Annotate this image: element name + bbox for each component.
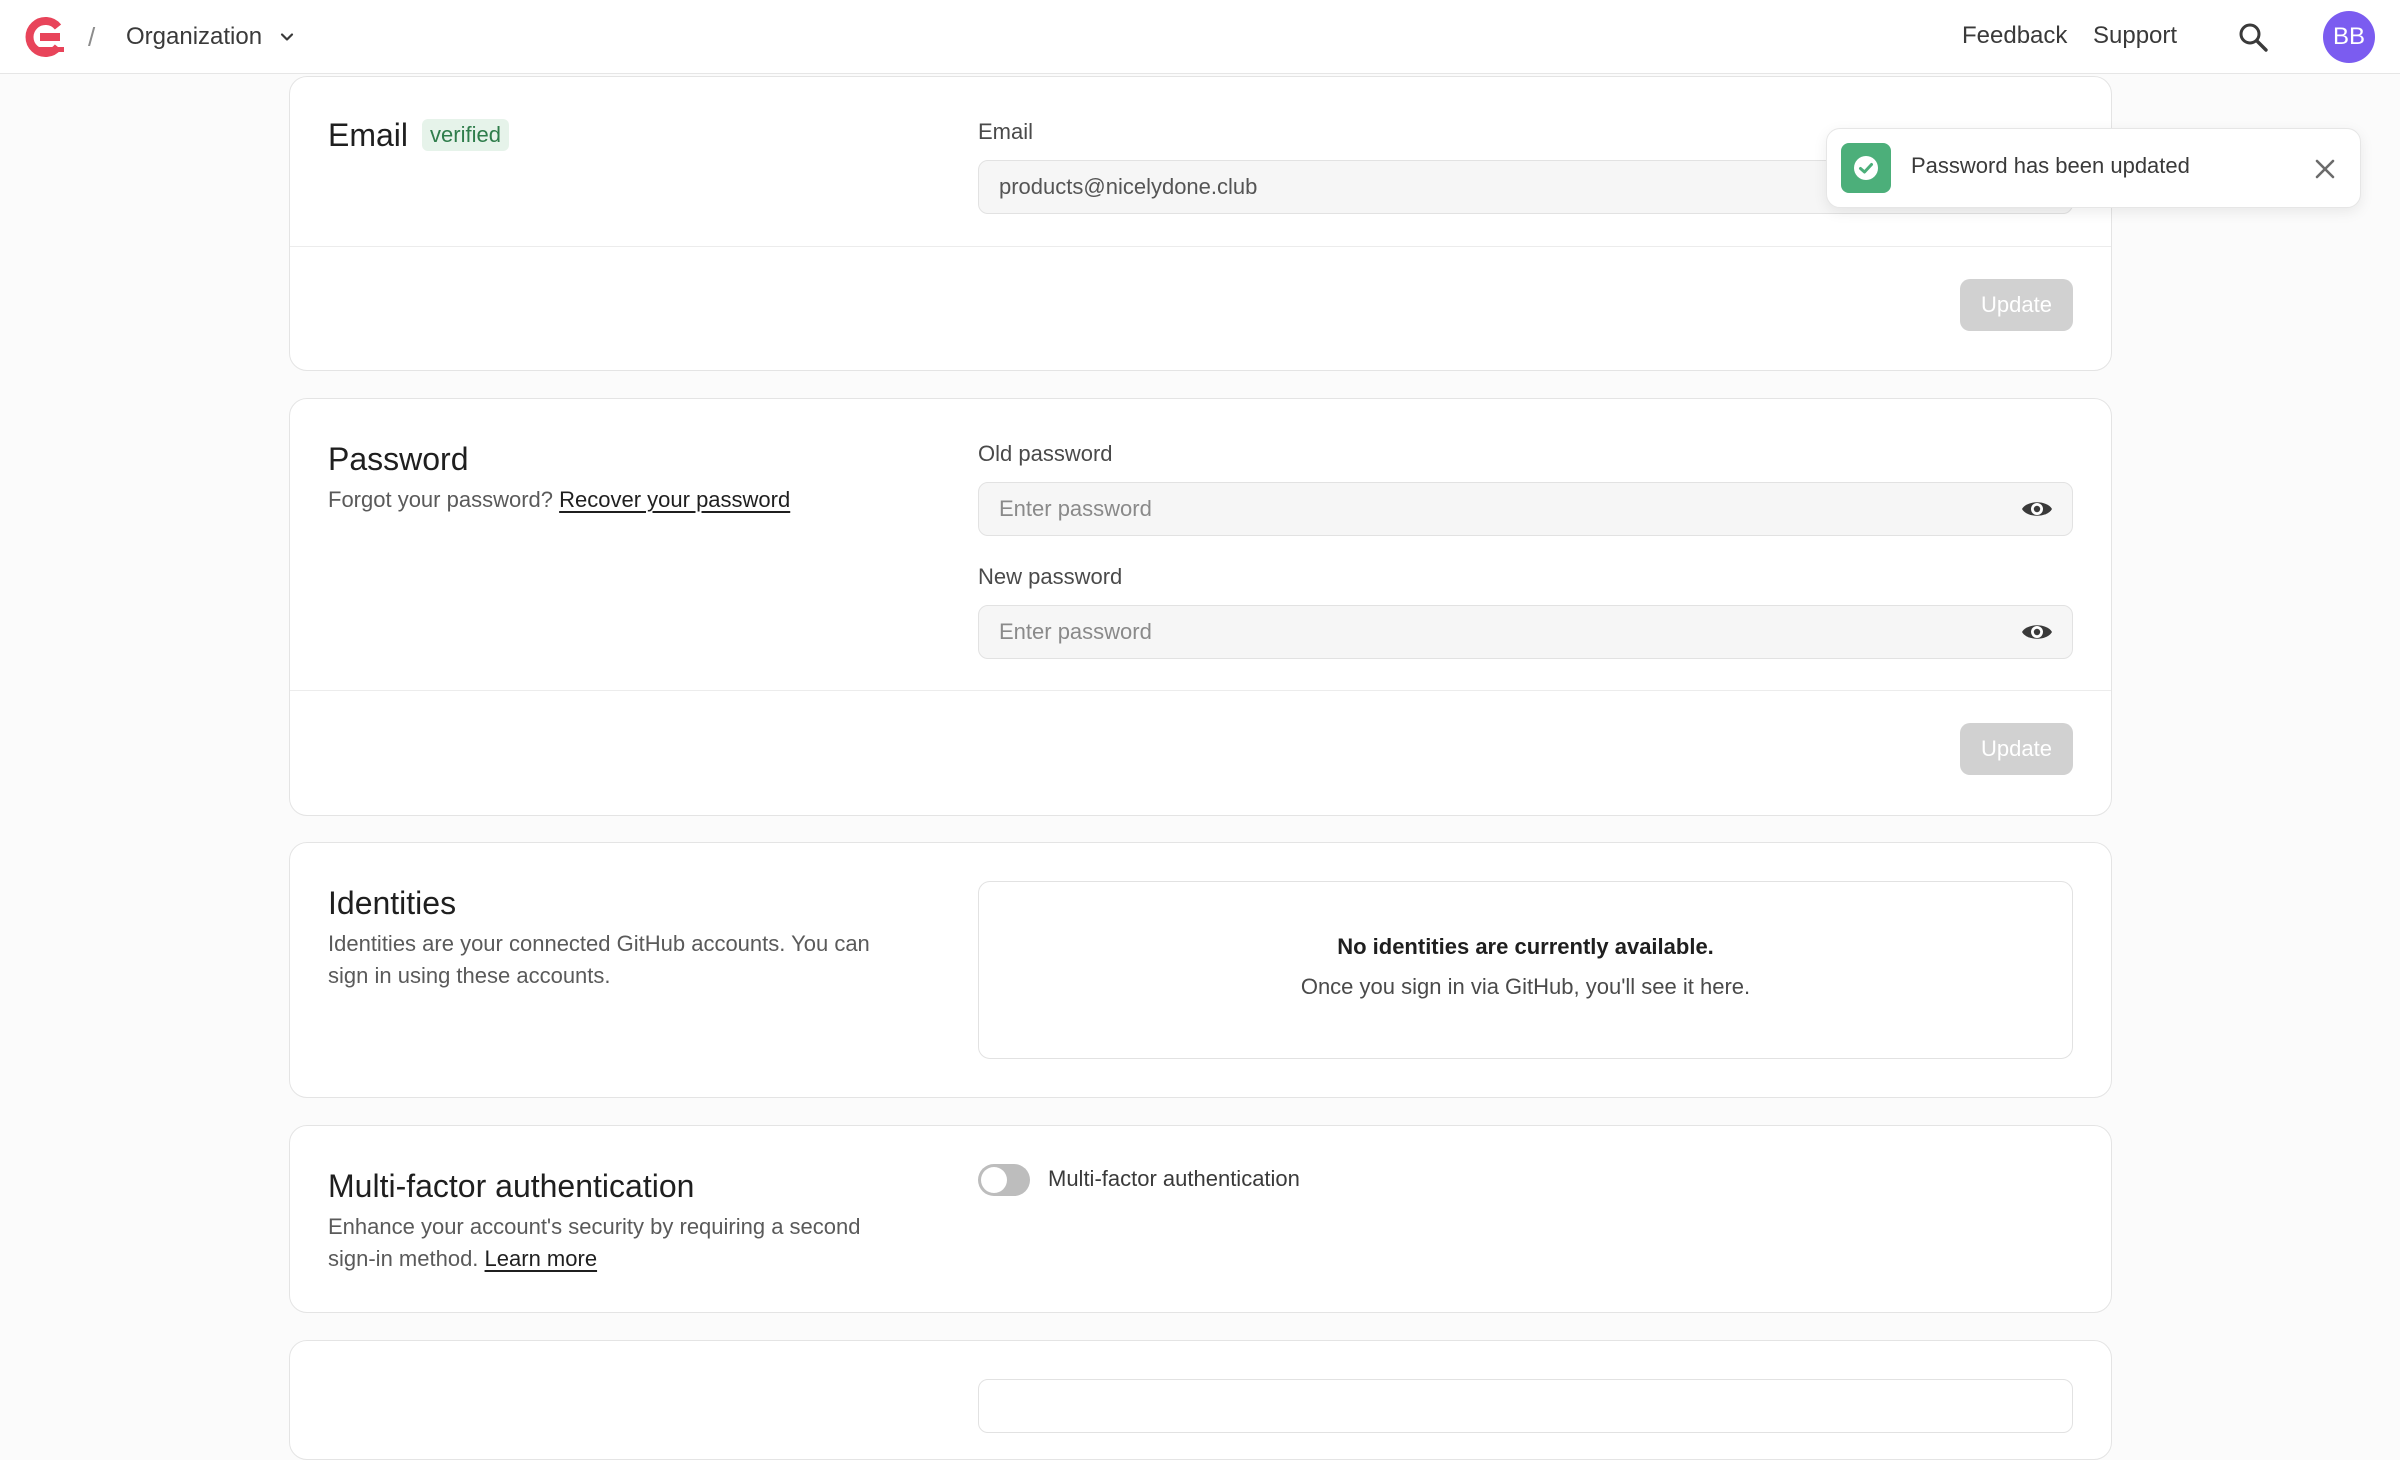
password-section-title: Password <box>328 441 469 477</box>
show-password-icon[interactable] <box>2020 492 2054 526</box>
feedback-link[interactable]: Feedback <box>1962 22 2067 50</box>
close-icon[interactable] <box>2307 151 2343 187</box>
empty-state-subtitle: Once you sign in via GitHub, you'll see … <box>1300 974 1751 999</box>
toggle-knob <box>981 1167 1007 1193</box>
show-password-icon[interactable] <box>2020 615 2054 649</box>
mfa-description: Enhance your account's security by requi… <box>328 1211 888 1275</box>
support-link[interactable]: Support <box>2093 22 2177 50</box>
user-avatar[interactable]: BB <box>2323 11 2375 63</box>
mfa-toggle-label: Multi-factor authentication <box>1048 1166 1300 1191</box>
email-section-heading: Email verified <box>328 117 509 154</box>
email-field-label: Email <box>978 119 1034 144</box>
update-email-button[interactable]: Update <box>1960 279 2073 331</box>
mfa-card: Multi-factor authentication Enhance your… <box>289 1125 2112 1313</box>
mfa-section-title: Multi-factor authentication <box>328 1168 695 1204</box>
old-password-label: Old password <box>978 441 1113 466</box>
chevron-down-icon <box>280 33 294 41</box>
identities-section-title: Identities <box>328 885 457 921</box>
breadcrumb-separator: / <box>88 22 96 52</box>
email-card: Email verified Email Update <box>289 76 2112 371</box>
recover-password-link[interactable]: Recover your password <box>559 487 790 512</box>
toast-status <box>1841 143 1891 193</box>
top-bar: / Organization Feedback Support BB <box>0 0 2400 74</box>
identities-card: Identities Identities are your connected… <box>289 842 2112 1098</box>
password-card: Password Forgot your password? Recover y… <box>289 398 2112 816</box>
toast-message: Password has been updated <box>1911 153 2190 178</box>
organization-label: Organization <box>126 23 263 50</box>
update-password-button[interactable]: Update <box>1960 723 2073 775</box>
email-section-title: Email <box>328 117 409 153</box>
new-password-field[interactable] <box>978 605 2073 659</box>
old-password-field[interactable] <box>978 482 2073 536</box>
check-circle-icon <box>1854 156 1878 180</box>
card-divider <box>290 246 2111 247</box>
new-password-label: New password <box>978 564 1123 589</box>
learn-more-link[interactable]: Learn more <box>485 1246 598 1271</box>
delete-account-card <box>289 1340 2112 1460</box>
app-logo[interactable] <box>22 15 66 59</box>
card-divider <box>290 690 2111 691</box>
identities-description: Identities are your connected GitHub acc… <box>328 931 870 988</box>
password-forgot-text: Forgot your password? Recover your passw… <box>328 484 888 516</box>
empty-state-title: No identities are currently available. <box>1337 934 1714 959</box>
card-content-box <box>978 1379 2073 1433</box>
forgot-password-text: Forgot your password? <box>328 487 553 512</box>
verified-badge: verified <box>422 119 509 151</box>
organization-switcher[interactable]: Organization <box>126 20 296 54</box>
search-icon[interactable] <box>2236 20 2270 54</box>
identities-empty-state: No identities are currently available. O… <box>978 881 2073 1059</box>
mfa-toggle[interactable] <box>978 1164 1030 1196</box>
success-toast: Password has been updated <box>1826 128 2361 208</box>
